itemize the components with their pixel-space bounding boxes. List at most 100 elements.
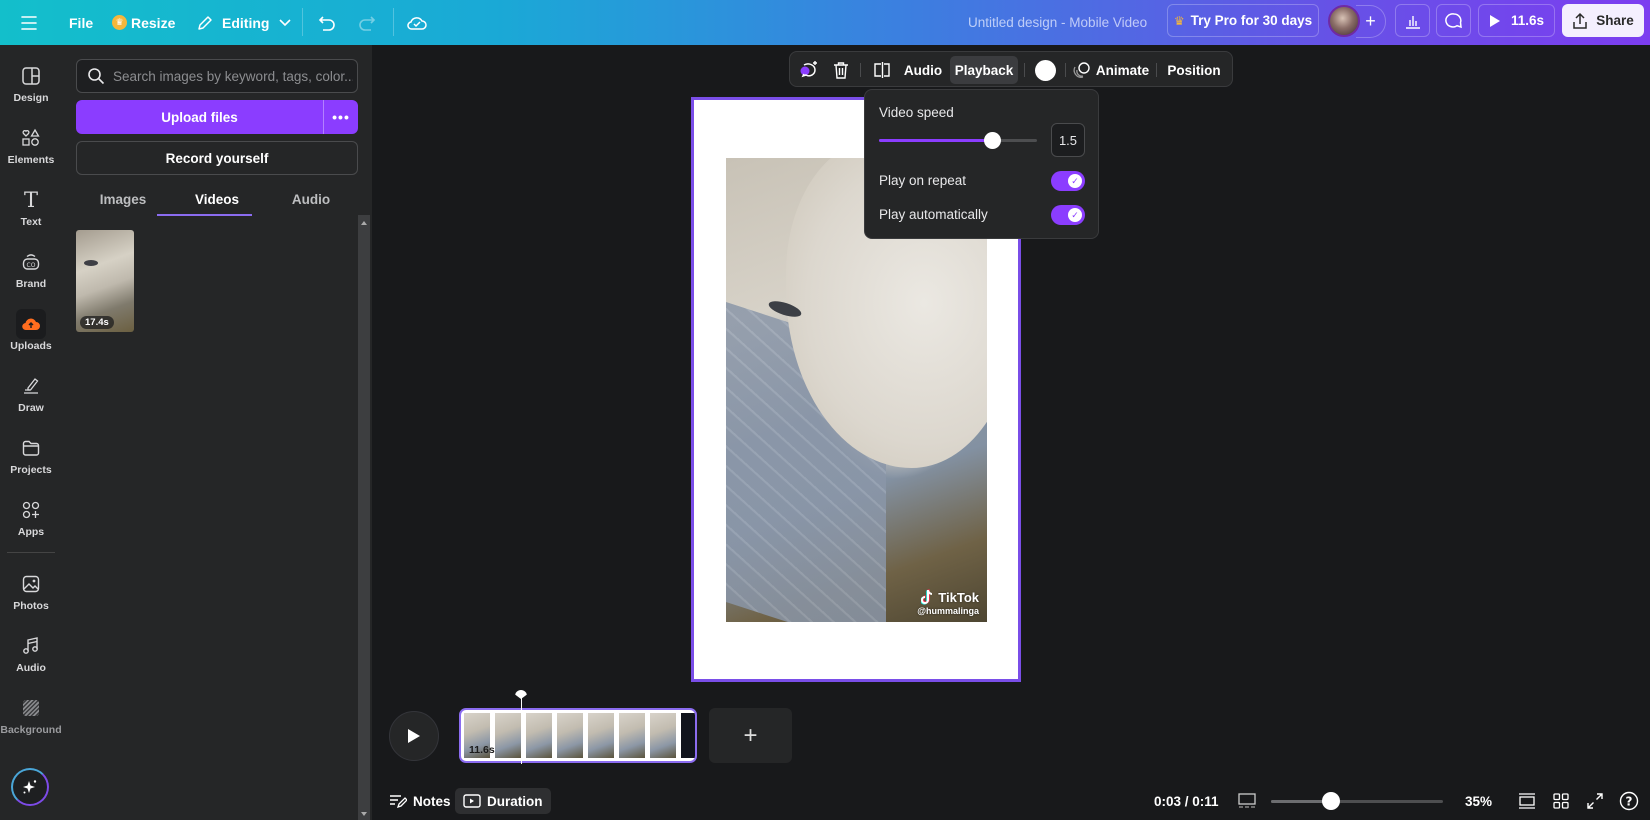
record-yourself-button[interactable]: Record yourself [76,141,358,175]
apps-icon [20,499,42,521]
top-bar: File ♛ Resize Editing Untitled design - … [0,0,1650,45]
video-duration-badge: 17.4s [80,316,114,329]
zoom-slider[interactable] [1271,792,1443,810]
video-duration-icon [463,794,481,808]
flip-button[interactable] [868,56,896,84]
timeline-frame [495,713,521,758]
rail-item-apps[interactable]: Apps [0,491,62,549]
layout-icon [20,65,42,87]
tab-videos[interactable]: Videos [170,183,264,215]
timeline-toggle-button[interactable] [1235,789,1259,813]
rail-item-background[interactable]: Background [0,689,62,747]
background-icon [20,697,42,719]
uploaded-video-thumbnail[interactable]: 17.4s [76,230,134,332]
undo-icon [318,15,335,31]
file-menu[interactable]: File [69,0,93,45]
upload-files-button[interactable]: Upload files [76,100,323,134]
rail-label: Uploads [10,340,52,352]
notes-button[interactable]: Notes [385,789,455,813]
rail-item-draw[interactable]: Draw [0,367,62,425]
try-pro-button[interactable]: ♛ Try Pro for 30 days [1167,4,1319,37]
divider [1024,63,1025,77]
scroll-up-arrow[interactable] [361,221,367,225]
insights-button[interactable] [1395,4,1430,37]
rail-label: Design [13,92,49,104]
fullscreen-button[interactable] [1583,789,1607,813]
playback-button[interactable]: Playback [950,56,1018,84]
position-button[interactable]: Position [1162,56,1226,84]
comments-button[interactable] [1436,4,1471,37]
timeline-frame [681,713,695,758]
time-readout: 0:03 / 0:11 [1154,793,1219,809]
cloud-save-status[interactable] [406,0,428,45]
help-button[interactable]: ? [1617,789,1641,813]
pencil-icon [198,15,212,30]
zoom-slider-handle[interactable] [1322,792,1341,810]
timeline-clip[interactable]: 11.6s [459,708,697,763]
trash-icon [834,62,848,79]
draw-icon [20,375,42,397]
share-label: Share [1596,13,1634,28]
upload-more-button[interactable]: ••• [324,100,358,134]
svg-text:CO: CO [27,262,36,269]
rail-label: Draw [18,402,44,414]
rail-item-photos[interactable]: Photos [0,565,62,623]
color-button[interactable] [1031,56,1059,84]
zoom-percent[interactable]: 35% [1465,789,1492,813]
editing-mode-dropdown[interactable]: Editing [196,0,292,45]
rail-label: Brand [15,278,47,290]
play-automatically-label: Play automatically [879,207,988,222]
tiktok-logo-icon [921,589,933,605]
notes-label: Notes [413,793,451,809]
resize-button[interactable]: ♛ Resize [112,0,175,45]
animate-label: Animate [1095,62,1150,78]
timeline-play-button[interactable] [389,711,439,761]
search-box[interactable] [76,59,358,93]
design-title[interactable]: Untitled design - Mobile Video [968,0,1147,45]
plus-icon: + [1365,11,1376,31]
rail-item-elements[interactable]: Elements [0,119,62,177]
rail-label: Projects [10,464,52,476]
delete-button[interactable] [828,56,854,84]
add-page-button[interactable]: + [709,708,792,763]
folder-icon [20,437,42,459]
play-automatically-toggle[interactable]: ✓ [1051,205,1085,225]
tab-audio[interactable]: Audio [264,183,358,215]
rail-item-audio[interactable]: Audio [0,627,62,685]
animate-button[interactable]: Animate [1072,56,1150,84]
more-icon: ••• [332,109,350,125]
play-on-repeat-toggle[interactable]: ✓ [1051,171,1085,191]
undo-button[interactable] [318,0,336,45]
speed-value-input[interactable]: 1.5 [1051,123,1085,157]
rail-item-projects[interactable]: Projects [0,429,62,487]
grid-view-button[interactable] [1549,789,1573,813]
add-collaborator-button[interactable]: + [1356,5,1386,38]
audio-button[interactable]: Audio [900,56,946,84]
speed-slider-fill [879,139,992,142]
timeline-frame [588,713,614,758]
side-rail: Design Elements T Text CO Brand Uploads … [0,45,62,820]
page-view-button[interactable] [1515,789,1539,813]
duration-button[interactable]: Duration [455,788,551,814]
rail-item-uploads[interactable]: Uploads [0,305,62,363]
scroll-down-arrow[interactable] [361,812,367,816]
notes-icon [390,795,407,808]
rail-label: Background [0,724,62,736]
video-speed-slider[interactable] [879,132,1037,149]
redo-icon [359,15,376,31]
ai-edit-button[interactable] [794,56,824,84]
redo-button[interactable] [358,0,376,45]
filmstrip-icon [1238,793,1256,808]
rail-item-text[interactable]: T Text [0,181,62,239]
present-play-button[interactable]: 11.6s [1478,4,1555,37]
speed-slider-handle[interactable] [983,132,1001,149]
panel-scrollbar[interactable] [358,215,370,820]
rail-item-design[interactable]: Design [0,57,62,115]
share-button[interactable]: Share [1562,4,1644,37]
tab-images[interactable]: Images [76,183,170,215]
menu-button[interactable] [20,0,38,45]
rail-item-brand[interactable]: CO Brand [0,243,62,301]
search-input[interactable] [113,68,353,84]
magic-button[interactable] [11,768,49,806]
crown-icon: ♛ [112,15,127,30]
